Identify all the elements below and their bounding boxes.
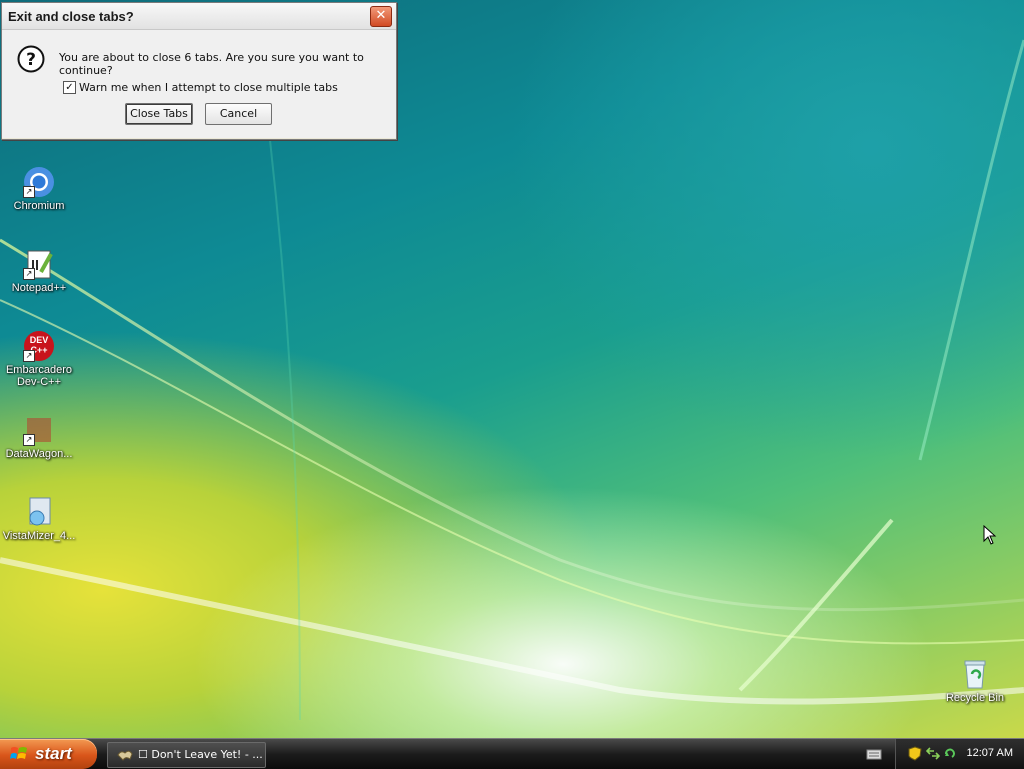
notepad-plus-plus-icon: ↗ [23,248,55,280]
desktop-icon-label: DataWagon... [5,448,73,460]
desktop-icon-label: Chromium [13,200,65,212]
mouse-cursor-icon [983,525,997,545]
desktop-icon-label: Recycle Bin [945,692,1005,704]
dialog-titlebar[interactable]: Exit and close tabs? ✕ [2,3,396,30]
shortcut-arrow-icon: ↗ [23,186,35,198]
desktop-icon-label: Embarcadero Dev-C++ [5,364,73,388]
taskbar-clock[interactable]: 12:07 AM [967,747,1013,759]
desktop-icon-chromium[interactable]: ↗ Chromium [0,166,78,212]
desktop-icon-label: VistaMizer_4... [2,530,76,542]
exit-close-tabs-dialog: Exit and close tabs? ✕ ? You are about t… [1,2,397,140]
taskbar-item-label: ☐ Don't Leave Yet! - ... [138,748,263,761]
cancel-button[interactable]: Cancel [205,103,272,125]
vistamizer-icon [23,496,55,528]
network-icon[interactable] [926,746,940,761]
dialog-body: ? You are about to close 6 tabs. Are you… [2,30,396,138]
dialog-message: You are about to close 6 tabs. Are you s… [59,51,364,77]
close-tabs-button[interactable]: Close Tabs [125,103,193,125]
dialog-title: Exit and close tabs? [8,9,134,24]
desktop-icon-devcpp[interactable]: DEV C++ ↗ Embarcadero Dev-C++ [0,330,78,388]
security-shield-icon[interactable] [908,746,922,761]
start-button[interactable]: start [0,739,97,769]
browser-task-icon [117,750,133,761]
question-icon: ? [17,45,45,73]
system-tray: 12:07 AM [895,739,1024,769]
devcpp-icon: DEV C++ ↗ [23,330,55,362]
datawagon-icon: ↗ [23,414,55,446]
dialog-close-button[interactable]: ✕ [370,6,392,27]
taskbar-item-browser[interactable]: ☐ Don't Leave Yet! - ... [107,742,266,768]
chromium-icon: ↗ [23,166,55,198]
desktop-icon-notepad-plus-plus[interactable]: ↗ Notepad++ [0,248,78,294]
windows-logo-icon [10,747,27,759]
sync-icon[interactable] [943,746,957,761]
shortcut-arrow-icon: ↗ [23,268,35,280]
warn-multiple-tabs-checkbox[interactable]: ✓ [63,81,76,94]
desktop-icon-label: Notepad++ [11,282,67,294]
svg-text:?: ? [26,50,36,70]
warn-multiple-tabs-label[interactable]: Warn me when I attempt to close multiple… [79,81,338,94]
desktop-icon-datawagon[interactable]: ↗ DataWagon... [0,414,78,460]
recycle-bin-icon [959,658,991,690]
keyboard-icon[interactable] [866,747,882,761]
taskbar: start ☐ Don't Leave Yet! - ... 12:07 AM [0,738,1024,769]
shortcut-arrow-icon: ↗ [23,434,35,446]
shortcut-arrow-icon: ↗ [23,350,35,362]
desktop-icon-vistamizer[interactable]: VistaMizer_4... [0,496,78,542]
start-label: start [35,744,72,763]
desktop-icon-recycle-bin[interactable]: Recycle Bin [936,658,1014,704]
